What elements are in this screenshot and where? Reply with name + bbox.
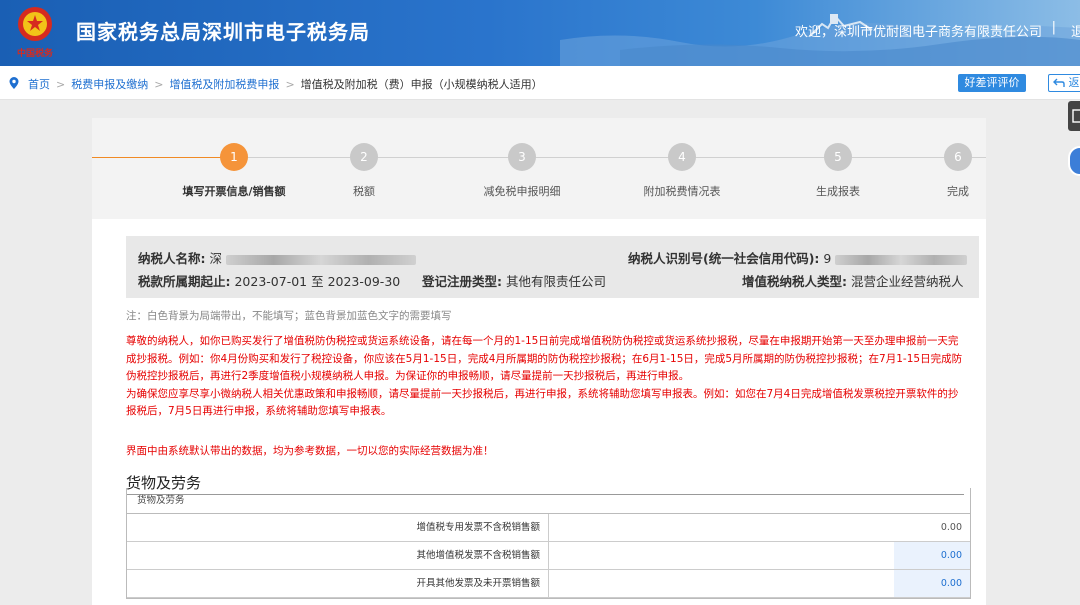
step-progress: 1 填写开票信息/销售额 2 税额 3 减免税申报明细 4 附加税费情况表 5 … [92, 118, 986, 219]
reg-type-label: 登记注册类型: [422, 274, 502, 289]
taxpayer-id-value: 9 [823, 251, 832, 266]
row-value: 0.00 [940, 522, 962, 533]
declaration-panel: 1 填写开票信息/销售额 2 税额 3 减免税申报明细 4 附加税费情况表 5 … [92, 118, 986, 605]
warning-line: 报税后，7月5日再进行申报，系统将辅助您填写申报表。 [126, 405, 392, 417]
breadcrumb-home[interactable]: 首页 [28, 78, 50, 91]
header-separator: | [1051, 20, 1056, 35]
warning-notice: 尊敬的纳税人，如你已购买发行了增值税防伪税控或货运系统设备，请在每一个月的1-1… [126, 333, 982, 421]
location-pin-icon [9, 77, 19, 89]
site-header: 中国税务 国家税务总局深圳市电子税务局 欢迎，深圳市优耐图电子商务有限责任公司 … [0, 0, 1080, 66]
logout-link[interactable]: 退 [1071, 21, 1080, 40]
step-label: 税额 [353, 185, 375, 198]
svg-text:中国税务: 中国税务 [17, 47, 54, 59]
fill-instruction-note: 注：白色背景为局端带出，不能填写；蓝色背景加蓝色文字的需要填写 [126, 310, 452, 322]
step-label: 减免税申报明细 [483, 185, 561, 198]
step-5[interactable]: 5 生成报表 [778, 143, 898, 199]
taxpayer-info: 纳税人名称: 深 纳税人识别号(统一社会信用代码): 9 税款所属期起止: 20… [126, 236, 979, 298]
step-4[interactable]: 4 附加税费情况表 [622, 143, 742, 199]
site-title: 国家税务总局深圳市电子税务局 [76, 20, 370, 44]
reg-type-row: 登记注册类型: 其他有限责任公司 [422, 271, 606, 290]
redacted-name [225, 254, 416, 265]
back-button[interactable]: 返 [1048, 74, 1080, 92]
step-number: 4 [668, 143, 696, 171]
taxpayer-name-value: 深 [209, 251, 222, 266]
back-button-label: 返 [1068, 76, 1080, 89]
taxpayer-name-row: 纳税人名称: 深 [138, 248, 416, 267]
welcome-text: 欢迎，深圳市优耐图电子商务有限责任公司 [794, 25, 1042, 40]
step-number: 1 [220, 143, 248, 171]
row-label: 增值税专用发票不含税销售额 [127, 514, 549, 541]
tax-emblem-icon: 中国税务 [17, 7, 54, 59]
redacted-id [835, 254, 968, 265]
breadcrumb-current: 增值税及附加税（费）申报（小规模纳税人适用） [300, 78, 543, 91]
breadcrumb-sep: > [56, 78, 66, 91]
step-number: 5 [824, 143, 852, 171]
breadcrumb-vat-declaration[interactable]: 增值税及附加税费申报 [169, 78, 279, 91]
step-1[interactable]: 1 填写开票信息/销售额 [174, 143, 294, 199]
breadcrumb: 首页 > 税费申报及缴纳 > 增值税及附加税费申报 > 增值税及附加税（费）申报（小规模纳税… [28, 76, 543, 92]
table-row: 增值税专用发票不含税销售额 0.00 [127, 514, 970, 542]
warning-line: 成抄报税。例如：你4月份购买和发行了税控设备，你应该在5月1-15日，完成4月所… [126, 352, 963, 365]
taxpayer-name-label: 纳税人名称: [138, 251, 206, 266]
evaluation-button[interactable]: 好差评评价 [958, 74, 1026, 92]
reference-data-notice: 界面中由系统默认带出的数据，均为参考数据，一切以您的实际经营数据为准！ [126, 445, 494, 457]
vat-type-value: 混营企业经营纳税人 [850, 274, 964, 289]
vat-type-row: 增值税纳税人类型: 混营企业经营纳税人 [742, 271, 964, 290]
warning-line: 伪税控抄报税后，再进行2季度增值税小规模纳税人申报。为保证你的申报畅顺，请尽量提… [126, 370, 690, 382]
reg-type-value: 其他有限责任公司 [505, 274, 606, 289]
step-label: 生成报表 [816, 185, 860, 198]
period-value: 2023-07-01 至 2023-09-30 [234, 274, 401, 289]
taxpayer-id-row: 纳税人识别号(统一社会信用代码): 9 [628, 248, 968, 267]
breadcrumb-bar: 首页 > 税费申报及缴纳 > 增值税及附加税费申报 > 增值税及附加税（费）申报（小规模纳税… [0, 66, 1080, 100]
step-2[interactable]: 2 税额 [304, 143, 424, 199]
step-6[interactable]: 6 完成 [898, 143, 1018, 199]
row-value-input[interactable]: 0.00 [549, 570, 970, 597]
breadcrumb-tax-declaration[interactable]: 税费申报及缴纳 [71, 78, 148, 91]
back-arrow-icon [1053, 78, 1065, 87]
breadcrumb-sep: > [285, 78, 295, 91]
step-label: 填写开票信息/销售额 [182, 185, 286, 198]
step-number: 2 [350, 143, 378, 171]
warning-line: 为确保您应享尽享小微纳税人相关优惠政策和申报畅顺，请尽量提前一天抄报税后，再进行… [126, 387, 959, 400]
step-number: 3 [508, 143, 536, 171]
step-label: 完成 [947, 185, 969, 198]
row-label: 开具其他发票及未开票销售额 [127, 570, 549, 597]
breadcrumb-sep: > [154, 78, 164, 91]
avatar-icon[interactable] [1068, 146, 1080, 176]
period-row: 税款所属期起止: 2023-07-01 至 2023-09-30 [138, 271, 400, 290]
warning-line: 尊敬的纳税人，如你已购买发行了增值税防伪税控或货运系统设备，请在每一个月的1-1… [126, 335, 959, 347]
row-value-input[interactable]: 0.00 [549, 542, 970, 569]
goods-table-caption: 货物及劳务 [127, 488, 970, 514]
goods-table: 货物及劳务 增值税专用发票不含税销售额 0.00 其他增值税发票不含税销售额 0… [126, 488, 971, 599]
row-label: 其他增值税发票不含税销售额 [127, 542, 549, 569]
taxpayer-id-label: 纳税人识别号(统一社会信用代码): [628, 251, 820, 266]
table-row: 其他增值税发票不含税销售额 0.00 [127, 542, 970, 570]
vat-type-label: 增值税纳税人类型: [742, 274, 847, 289]
chat-icon[interactable] [1068, 101, 1080, 131]
step-3[interactable]: 3 减免税申报明细 [462, 143, 582, 199]
table-row: 开具其他发票及未开票销售额 0.00 [127, 570, 970, 598]
step-label: 附加税费情况表 [643, 185, 721, 198]
period-label: 税款所属期起止: [138, 274, 231, 289]
step-number: 6 [944, 143, 972, 171]
